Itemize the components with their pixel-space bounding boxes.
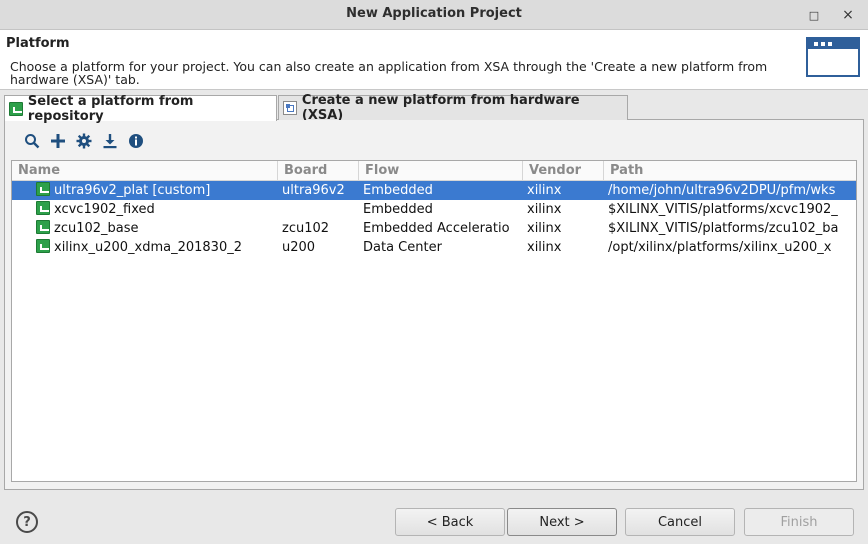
search-icon[interactable] [23,132,41,150]
platform-flow: Embedded [363,202,433,217]
platform-icon [9,101,23,116]
column-header-flow[interactable]: Flow [359,161,523,181]
table-row[interactable]: zcu102_base zcu102 Embedded Acceleratio … [12,219,856,238]
tab-bar: Select a platform from repository Create… [4,93,864,124]
help-button[interactable]: ? [16,511,38,533]
download-icon[interactable] [101,132,119,150]
column-header-board[interactable]: Board [278,161,359,181]
platform-path: /opt/xilinx/platforms/xilinx_u200_x [608,240,832,255]
platform-path: $XILINX_VITIS/platforms/zcu102_ba [608,221,839,236]
tab-select-platform[interactable]: Select a platform from repository [4,93,277,124]
platform-vendor: xilinx [527,202,562,217]
page-title: Platform [6,36,70,51]
maximize-button[interactable]: □ [804,5,824,25]
window-title: New Application Project [346,6,522,21]
title-bar: New Application Project □ × [0,0,868,30]
platform-icon [36,201,50,215]
finish-button[interactable]: Finish [744,508,854,536]
table-row[interactable]: xilinx_u200_xdma_201830_2 u200 Data Cent… [12,238,856,257]
platform-flow: Embedded Acceleratio [363,221,510,236]
platform-vendor: xilinx [527,221,562,236]
column-header-vendor[interactable]: Vendor [523,161,604,181]
platform-icon [36,182,50,196]
close-button[interactable]: × [838,5,858,25]
platform-icon [36,220,50,234]
platform-name: xilinx_u200_xdma_201830_2 [54,240,242,255]
platform-path: $XILINX_VITIS/platforms/xcvc1902_ [608,202,838,217]
tab-label: Create a new platform from hardware (XSA… [301,93,580,123]
platform-flow: Embedded [363,183,433,198]
platform-vendor: xilinx [527,240,562,255]
platform-panel: Name Board Flow Vendor Path ultra96v2_pl… [4,120,864,490]
add-icon[interactable] [49,132,67,150]
cancel-button[interactable]: Cancel [625,508,735,536]
platform-board: zcu102 [282,221,330,236]
wizard-header: Platform Choose a platform for your proj… [0,30,868,90]
platform-icon [36,239,50,253]
platform-name: xcvc1902_fixed [54,202,155,217]
platform-name: zcu102_base [54,221,139,236]
tab-label: Select a platform from repository [27,93,194,124]
platform-path: /home/john/ultra96v2DPU/pfm/wks [608,183,836,198]
tab-create-platform[interactable]: Create a new platform from hardware (XSA… [278,93,628,123]
column-header-name[interactable]: Name [12,161,278,181]
hardware-icon [283,101,297,115]
gear-icon[interactable] [75,132,93,150]
column-header-path[interactable]: Path [604,161,856,181]
platform-name: ultra96v2_plat [custom] [54,183,211,198]
info-icon[interactable] [127,132,145,150]
platform-table: Name Board Flow Vendor Path ultra96v2_pl… [11,160,857,482]
platform-board: u200 [282,240,316,255]
platform-flow: Data Center [363,240,442,255]
page-description: Choose a platform for your project. You … [10,59,768,87]
platform-board [278,200,359,219]
table-row[interactable]: xcvc1902_fixed Embedded xilinx $XILINX_V… [12,200,856,219]
platform-toolbar [23,132,145,150]
platform-vendor: xilinx [527,183,562,198]
table-header: Name Board Flow Vendor Path [12,161,856,181]
platform-board: ultra96v2 [282,183,345,198]
next-button[interactable]: Next > [507,508,617,536]
table-row[interactable]: ultra96v2_plat [custom] ultra96v2 Embedd… [12,181,856,200]
wizard-banner-icon [806,37,860,77]
back-button[interactable]: < Back [395,508,505,536]
